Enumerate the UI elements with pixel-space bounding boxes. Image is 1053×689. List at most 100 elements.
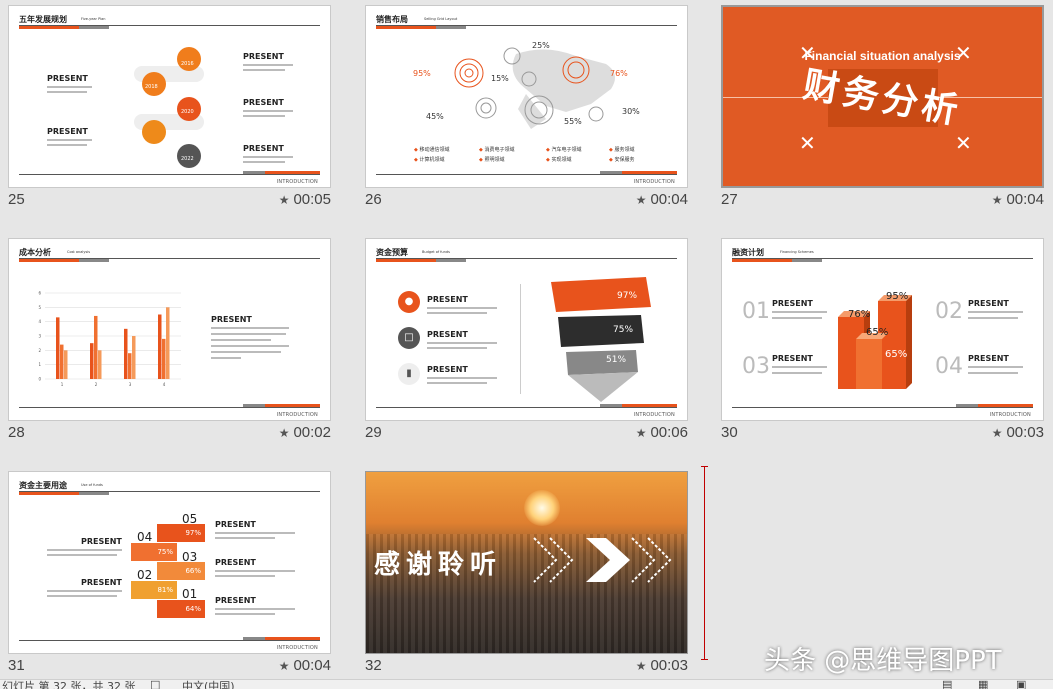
reading-view-icon[interactable]: ▣ <box>1016 678 1026 689</box>
present-heading: PRESENT <box>81 537 122 546</box>
present-heading: PRESENT <box>427 330 468 339</box>
step-block: 66% <box>157 562 205 580</box>
step-block: 75% <box>131 543 177 561</box>
legend-item: ◆ 服务领域 <box>609 147 635 153</box>
slide-thumbnail-25[interactable]: 五年发展规划 Five-year Plan 2016 2018 2020 202… <box>8 5 331 188</box>
slide-subtitle: Financing Schemes <box>780 250 814 254</box>
normal-view-icon[interactable]: ▤ <box>942 678 952 689</box>
percent-label: 30% <box>622 107 640 116</box>
step-block: 81% <box>131 581 177 599</box>
slide-title-en: Financial situation analysis <box>804 49 961 63</box>
step-number: 03 <box>182 550 198 564</box>
percent-label: 95% <box>413 69 431 78</box>
chart-icon: ▮ <box>398 363 420 385</box>
slide-thumbnail-31[interactable]: 资金主要用途 Use of funds PRESENT PRESENT PRES… <box>8 471 331 654</box>
value-label: 76% <box>848 309 871 320</box>
slide-footer: INTRODUCTION <box>633 412 675 418</box>
legend-item: ◆ 移动通信领域 <box>414 147 450 153</box>
percent-label: 76% <box>610 69 628 78</box>
legend-item: ◆ 计算机领域 <box>414 157 445 163</box>
sparkle-icon: ✕ <box>799 131 816 155</box>
y-tick-label: 5 <box>38 305 41 310</box>
present-heading: PRESENT <box>215 596 256 605</box>
transition-star-icon[interactable]: ★ <box>636 659 647 673</box>
chevron-arrows-graphic <box>533 537 672 583</box>
bar <box>158 314 162 379</box>
bar <box>98 350 102 379</box>
y-tick-label: 2 <box>38 348 41 353</box>
status-bar: 幻灯片 第 32 张，共 32 张 □ 中文(中国) ▤ ▦ ▣ <box>0 678 1053 689</box>
present-heading: PRESENT <box>968 299 1009 308</box>
slide-number: 29 <box>365 424 382 441</box>
slide-subtitle: Budget of funds <box>422 250 450 254</box>
transition-star-icon[interactable]: ★ <box>992 193 1003 207</box>
slide-number: 28 <box>8 424 25 441</box>
slide-thumbnail-32[interactable]: 感谢聆听 <box>365 471 688 654</box>
transition-star-icon[interactable]: ★ <box>636 426 647 440</box>
slide-thumbnail-28[interactable]: 成本分析 Cost analysis 0 1 2 3 4 5 6 1 2 3 4 PRESENT I… <box>8 238 331 421</box>
slide-subtitle: Selling Grid Layout <box>424 17 458 21</box>
slide-count-text: 幻灯片 第 32 张，共 32 张 <box>2 680 136 689</box>
slide-title: 资金预算 <box>376 248 408 257</box>
transition-star-icon[interactable]: ★ <box>279 659 290 673</box>
slide-thumbnail-29[interactable]: 资金预算 Budget of funds ● □ ▮ PRESENT PRESE… <box>365 238 688 421</box>
world-map-graphic <box>454 47 615 129</box>
bar <box>94 315 98 379</box>
present-heading: PRESENT <box>427 365 468 374</box>
slide-sorter-view-icon[interactable]: ▦ <box>978 678 988 689</box>
level-label: 97% <box>617 291 638 301</box>
percent-label: 25% <box>532 41 550 50</box>
money-icon: ● <box>398 291 420 313</box>
legend-item: ◆ 实现领域 <box>546 157 572 163</box>
bar <box>166 307 170 379</box>
slide-thumbnail-27[interactable]: Financial situation analysis 财务分析 ✕ ✕ ✕ … <box>721 5 1044 188</box>
slide-thumbnail-30[interactable]: 融资计划 Financing Schemes 01 02 03 04 PRESE… <box>721 238 1044 421</box>
slide-number: 26 <box>365 191 382 208</box>
value-label: 65% <box>866 327 889 338</box>
present-heading: PRESENT <box>215 558 256 567</box>
bar <box>56 317 60 379</box>
slide-number: 30 <box>721 424 738 441</box>
notes-icon[interactable]: □ <box>150 678 160 689</box>
legend-item: ◆ 安保服务 <box>609 157 635 163</box>
y-tick-label: 3 <box>38 334 41 339</box>
watermark-text: 头条 @思维导图PPT <box>764 646 1002 676</box>
timeline-graphic <box>134 47 204 168</box>
transition-star-icon[interactable]: ★ <box>279 426 290 440</box>
year-label: 2018 <box>145 84 158 90</box>
step-block: 97% <box>157 524 205 542</box>
slide-footer: INTRODUCTION <box>276 645 318 651</box>
transition-star-icon[interactable]: ★ <box>279 193 290 207</box>
present-heading: PRESENT <box>243 52 284 61</box>
step-number: 04 <box>137 530 153 544</box>
value-label: 65% <box>885 349 908 360</box>
slide-meta-26: 26 ★ 00:04 <box>365 191 688 211</box>
slide-meta-30: 30 ★ 00:03 <box>721 424 1044 444</box>
level-label: 75% <box>613 325 634 335</box>
bar <box>90 343 94 379</box>
transition-star-icon[interactable]: ★ <box>636 193 647 207</box>
y-tick-label: 0 <box>38 377 41 382</box>
3d-bar-graphic <box>838 295 912 389</box>
step-number: 02 <box>137 568 153 582</box>
legend-item: ◆ 汽车电子领域 <box>546 147 582 153</box>
present-heading: PRESENT <box>243 144 284 153</box>
step-block: 64% <box>157 600 205 618</box>
year-label: 2016 <box>181 61 194 67</box>
item-number: 03 <box>742 354 770 379</box>
present-heading: PRESENT <box>427 295 468 304</box>
sparkle-icon: ✕ <box>955 41 972 65</box>
legend-item: ◆ 照明领域 <box>479 157 505 163</box>
present-heading: PRESENT <box>47 127 88 136</box>
slide-thumbnail-26[interactable]: 销售布局 Selling Grid Layout 25% 95% 15% 76%… <box>365 5 688 188</box>
slide-title: 销售布局 <box>376 15 408 24</box>
bank-icon: □ <box>398 327 420 349</box>
transition-star-icon[interactable]: ★ <box>992 426 1003 440</box>
slide-meta-31: 31 ★ 00:04 <box>8 657 331 677</box>
language-text[interactable]: 中文(中国) <box>182 678 235 689</box>
slide-title: 成本分析 <box>19 248 51 257</box>
bar <box>162 338 166 379</box>
slide-footer: INTRODUCTION <box>276 412 318 418</box>
slide-meta-32: 32 ★ 00:03 <box>365 657 688 677</box>
step-number: 01 <box>182 587 198 601</box>
